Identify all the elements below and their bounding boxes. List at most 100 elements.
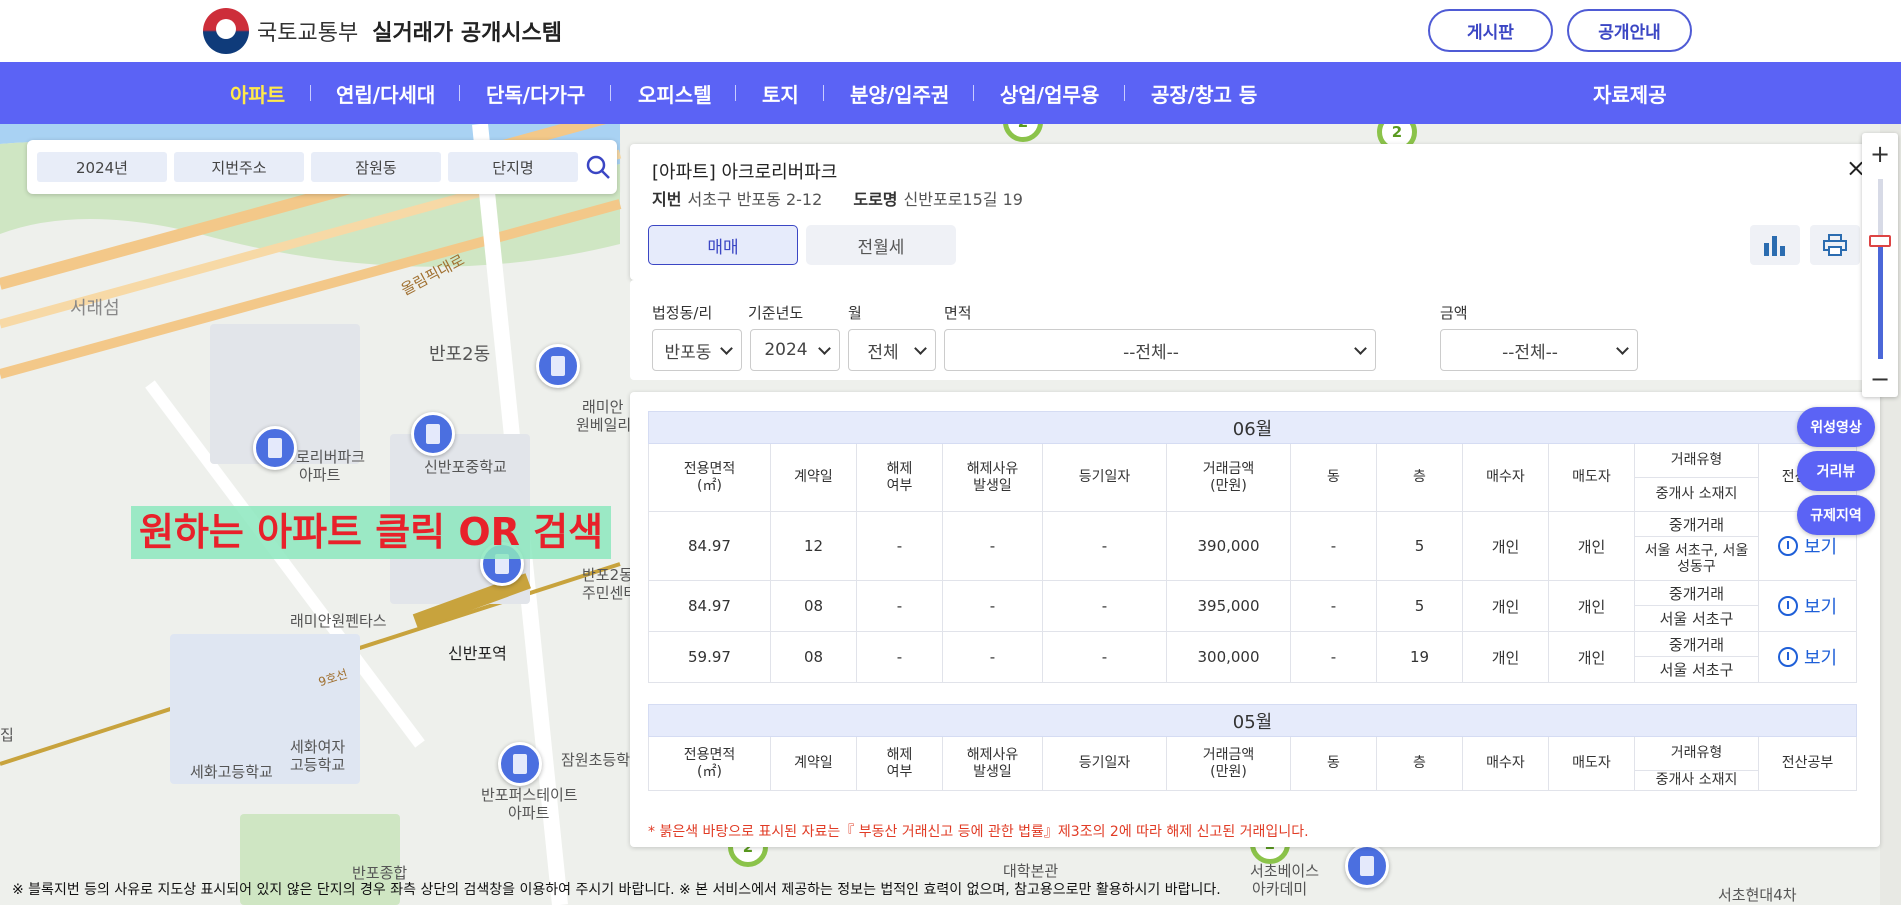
cell-area: 84.97	[648, 580, 771, 632]
zoom-out-button[interactable]: −	[1862, 362, 1898, 396]
nav-item-commercial[interactable]: 상업/업무용	[1000, 79, 1099, 108]
system-name: 실거래가 공개시스템	[372, 21, 563, 46]
year-select[interactable]: 2024년	[37, 152, 167, 182]
chart-icon[interactable]	[1750, 225, 1800, 265]
cell-reg: -	[1042, 511, 1167, 581]
search-icon[interactable]	[585, 154, 611, 180]
cell-floor: 19	[1376, 631, 1463, 683]
site-logo[interactable]: 국토교통부 실거래가 공개시스템	[203, 8, 562, 54]
info-icon	[1777, 596, 1798, 616]
filter-label: 금액	[1440, 304, 1468, 322]
zoom-in-button[interactable]: +	[1862, 137, 1898, 171]
nav-divider	[735, 85, 736, 101]
col-cancel: 해제 여부	[856, 443, 943, 512]
cell-price: 390,000	[1166, 511, 1291, 581]
col-seller: 매도자	[1548, 443, 1635, 512]
address-mode-select[interactable]: 지번주소	[174, 152, 304, 182]
view-link[interactable]: 보기	[1777, 596, 1837, 618]
print-icon[interactable]	[1810, 225, 1860, 265]
col-reg-date: 등기일자	[1042, 443, 1167, 512]
satellite-button[interactable]: 위성영상	[1797, 407, 1875, 447]
col-trade-type: 거래유형	[1634, 443, 1759, 478]
month-filter-select[interactable]: 전체	[848, 329, 936, 371]
table-row: 59.97 08 - - - 300,000 - 19 개인 개인 중개거래 보…	[648, 631, 1858, 683]
dong-select[interactable]: 잠원동	[311, 152, 441, 182]
dong-filter-select[interactable]: 반포동	[652, 329, 742, 371]
tab-rent[interactable]: 전월세	[806, 225, 956, 265]
price-filter-select[interactable]: --전체--	[1440, 329, 1638, 371]
jibun-label: 지번	[652, 190, 682, 209]
nav-divider	[823, 85, 824, 101]
cell-cancel: -	[856, 511, 943, 581]
road-label: 도로명	[853, 190, 898, 209]
table-row: 84.97 12 - - - 390,000 - 5 개인 개인 중개거래 보기	[648, 511, 1858, 581]
cell-seller: 개인	[1548, 511, 1635, 581]
cell-floor: 5	[1376, 580, 1463, 632]
cell-area: 84.97	[648, 511, 771, 581]
nav-item-apartment[interactable]: 아파트	[230, 79, 285, 108]
col-floor: 층	[1376, 736, 1463, 791]
nav-item-factory[interactable]: 공장/창고 등	[1151, 79, 1257, 108]
nav-item-land[interactable]: 토지	[762, 79, 799, 108]
col-cancel: 해제 여부	[856, 736, 943, 791]
area-filter-select[interactable]: --전체--	[944, 329, 1376, 371]
col-seller: 매도자	[1548, 736, 1635, 791]
apartment-marker-icon[interactable]	[1345, 844, 1389, 888]
info-button[interactable]: 공개안내	[1567, 9, 1692, 52]
month-header: 05월	[647, 704, 1858, 737]
map-label: 집	[0, 726, 14, 744]
view-link[interactable]: 보기	[1777, 536, 1838, 558]
nav-item-officetel[interactable]: 오피스텔	[638, 79, 712, 108]
col-cancel-date: 해제사유 발생일	[942, 443, 1043, 512]
cell-view: 보기	[1757, 631, 1858, 683]
col-contract-day: 계약일	[770, 736, 857, 791]
col-price: 거래금액 (만원)	[1166, 443, 1291, 512]
col-dong: 동	[1290, 736, 1377, 791]
board-button[interactable]: 게시판	[1428, 9, 1553, 52]
cell-day: 08	[770, 631, 857, 683]
apartment-marker-icon[interactable]	[536, 344, 580, 388]
street-view-button[interactable]: 거리뷰	[1797, 451, 1875, 491]
map-label: 아카데미	[1252, 880, 1308, 898]
cell-cancel-date: -	[942, 511, 1043, 581]
col-dong: 동	[1290, 443, 1377, 512]
map-label: 아파트	[508, 804, 550, 822]
cell-reg: -	[1042, 580, 1167, 632]
tab-sale[interactable]: 매매	[648, 225, 798, 265]
apartment-marker-icon[interactable]	[498, 742, 542, 786]
filter-label: 월	[848, 304, 862, 322]
view-label: 보기	[1803, 537, 1838, 558]
col-price: 거래금액 (만원)	[1166, 736, 1291, 791]
nav-item-row-house[interactable]: 연립/다세대	[336, 79, 435, 108]
cancellation-note: * 붉은색 바탕으로 표시된 자료는『 부동산 거래신고 등에 관한 법률』제3…	[648, 824, 1309, 840]
col-floor: 층	[1376, 443, 1463, 512]
footer-notice: ※ 블록지번 등의 사유로 지도상 표시되어 있지 않은 단지의 경우 좌측 상…	[12, 882, 1221, 898]
nav-item-presale[interactable]: 분양/입주권	[850, 79, 949, 108]
regulation-zone-button[interactable]: 규제지역	[1797, 495, 1875, 535]
complex-title: [아파트] 아크로리버파크	[652, 162, 838, 183]
hint-banner: 원하는 아파트 클릭 OR 검색	[131, 506, 612, 559]
view-link[interactable]: 보기	[1777, 647, 1837, 669]
nav-divider	[459, 85, 460, 101]
complex-name-input[interactable]: 단지명	[448, 152, 578, 182]
cell-dong: -	[1290, 631, 1377, 683]
apartment-marker-icon[interactable]	[253, 426, 297, 470]
zoom-level-fill	[1878, 241, 1883, 359]
year-filter-select[interactable]: 2024	[750, 329, 840, 371]
apartment-marker-icon[interactable]	[411, 412, 455, 456]
printer-icon	[1823, 234, 1847, 256]
cell-floor: 5	[1376, 511, 1463, 581]
cell-reg: -	[1042, 631, 1167, 683]
col-agent-loc: 중개사 소재지	[1634, 477, 1759, 512]
site-header: 국토교통부 실거래가 공개시스템 게시판 공개안내	[0, 0, 1901, 62]
nav-item-detached[interactable]: 단독/다가구	[486, 79, 585, 108]
cell-cancel: -	[856, 631, 943, 683]
map-label: 주민센터	[582, 584, 638, 602]
table-row: 84.97 08 - - - 395,000 - 5 개인 개인 중개거래 보기	[648, 580, 1858, 632]
nav-item-data-service[interactable]: 자료제공	[1593, 79, 1667, 108]
zoom-slider-handle[interactable]	[1869, 235, 1891, 247]
cell-dong: -	[1290, 511, 1377, 581]
filter-label: 면적	[944, 304, 972, 322]
cell-price: 395,000	[1166, 580, 1291, 632]
cell-cancel-date: -	[942, 580, 1043, 632]
